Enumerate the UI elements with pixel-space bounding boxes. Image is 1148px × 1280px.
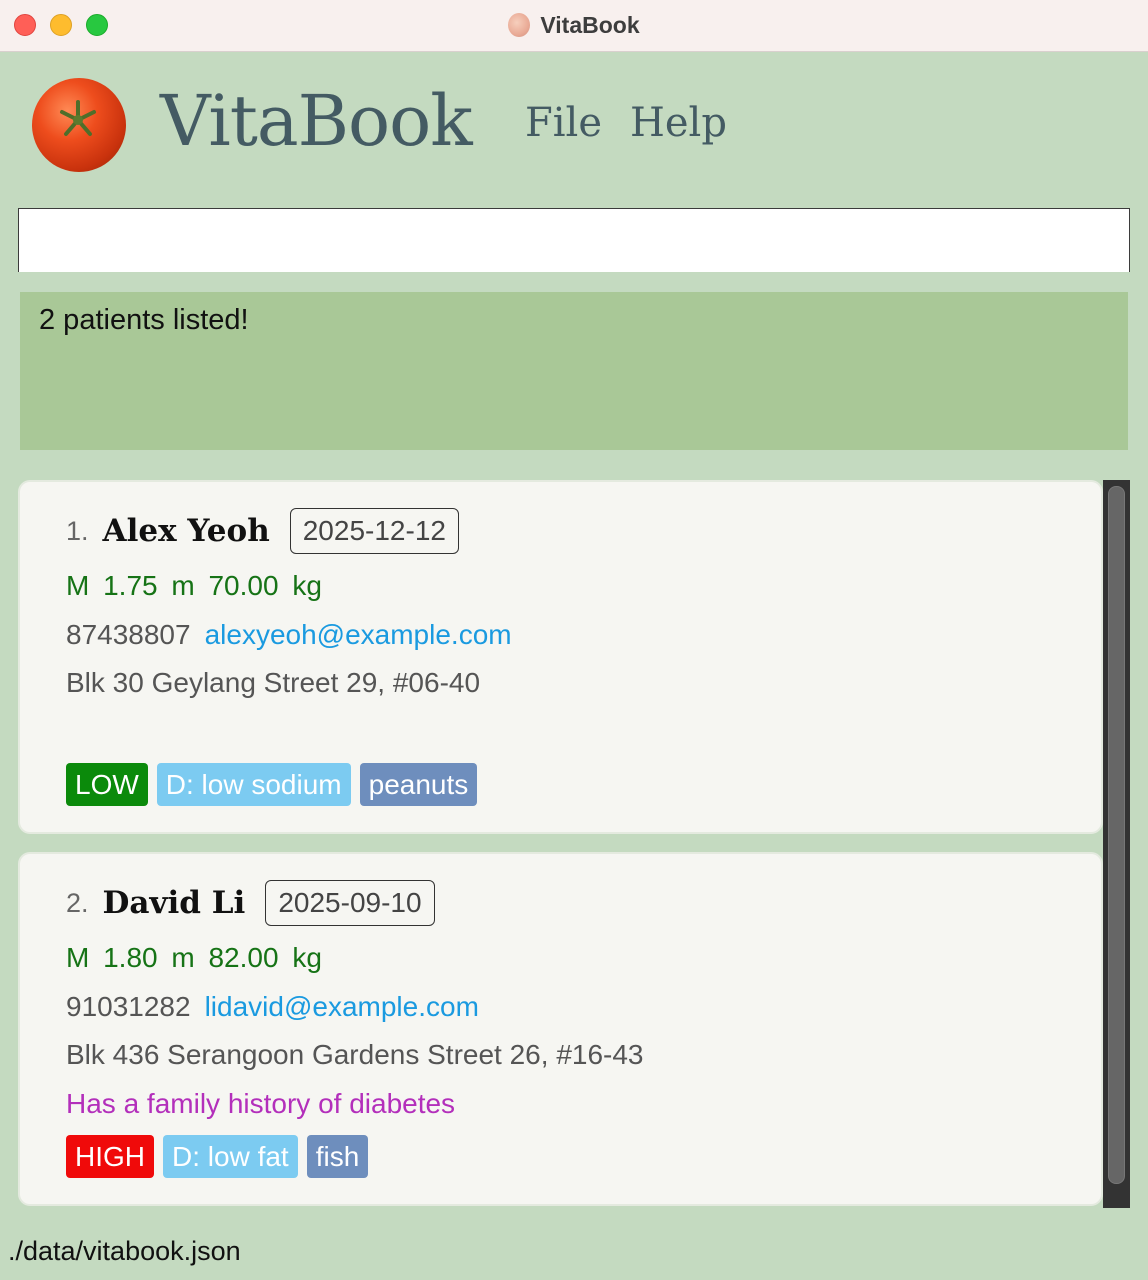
patient-index: 1. bbox=[66, 515, 89, 546]
tag-diet: D: low fat bbox=[163, 1135, 298, 1178]
patient-address: Blk 436 Serangoon Gardens Street 26, #16… bbox=[66, 1039, 644, 1070]
scrollbar-thumb[interactable] bbox=[1108, 486, 1125, 1184]
tag-priority: HIGH bbox=[66, 1135, 154, 1178]
tag-diet: D: low sodium bbox=[156, 763, 351, 806]
app-title-icon bbox=[508, 13, 531, 37]
command-input[interactable] bbox=[18, 208, 1130, 272]
patient-email[interactable]: lidavid@example.com bbox=[205, 991, 479, 1022]
patient-vitals: M 1.75 m 70.00 kg bbox=[66, 570, 322, 601]
window-title: VitaBook bbox=[540, 11, 640, 38]
patient-name: Alex Yeoh bbox=[102, 513, 270, 549]
patient-email[interactable]: alexyeoh@example.com bbox=[205, 619, 512, 650]
result-message: 2 patients listed! bbox=[39, 304, 249, 336]
result-display: 2 patients listed! bbox=[20, 292, 1128, 450]
patient-phone: 91031282 bbox=[66, 991, 191, 1022]
patient-vitals: M 1.80 m 82.00 kg bbox=[66, 942, 322, 973]
patient-contact: 87438807 alexyeoh@example.com bbox=[66, 619, 512, 651]
tag-allergy: fish bbox=[306, 1135, 369, 1178]
appointment-date-badge: 2025-12-12 bbox=[289, 508, 459, 554]
appointment-date-badge: 2025-09-10 bbox=[265, 880, 435, 926]
patient-card[interactable]: 1. Alex Yeoh 2025-12-12 M 1.75 m 70.00 k… bbox=[18, 480, 1103, 834]
patient-card[interactable]: 2. David Li 2025-09-10 M 1.80 m 82.00 kg… bbox=[18, 852, 1103, 1206]
menu-file[interactable]: File bbox=[525, 100, 602, 146]
window-title-bar: VitaBook bbox=[0, 0, 1148, 52]
patient-name: David Li bbox=[102, 885, 246, 921]
app-name: VitaBook bbox=[160, 80, 473, 162]
patient-phone: 87438807 bbox=[66, 619, 191, 650]
patient-index: 2. bbox=[66, 887, 89, 918]
patient-address: Blk 30 Geylang Street 29, #06-40 bbox=[66, 667, 481, 698]
patient-tags: HIGH D: low fat fish bbox=[66, 1135, 369, 1178]
tag-priority: LOW bbox=[66, 763, 148, 806]
patient-contact: 91031282 lidavid@example.com bbox=[66, 991, 479, 1023]
patient-note: Has a family history of diabetes bbox=[66, 1088, 456, 1119]
patient-tags: LOW D: low sodium peanuts bbox=[66, 763, 478, 806]
status-bar-path: ./data/vitabook.json bbox=[8, 1236, 241, 1266]
tomato-logo-icon bbox=[32, 78, 126, 172]
menu-help[interactable]: Help bbox=[630, 100, 727, 146]
tag-allergy: peanuts bbox=[359, 763, 478, 806]
